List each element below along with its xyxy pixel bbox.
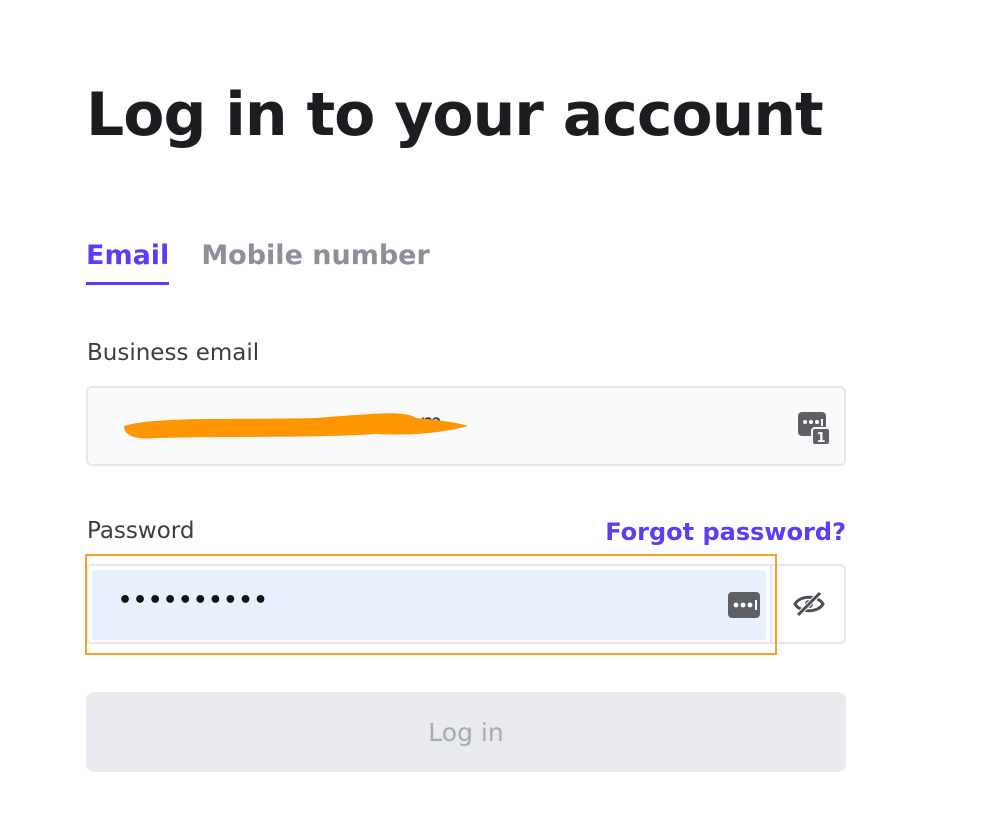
redaction-scribble [124, 413, 468, 439]
login-method-tabs: Email Mobile number [86, 240, 430, 285]
log-in-button[interactable]: Log in [86, 692, 846, 772]
password-value: •••••••••• [118, 588, 269, 613]
tab-mobile-number[interactable]: Mobile number [201, 240, 430, 285]
email-label: Business email [87, 340, 260, 366]
password-manager-count: 1 [816, 431, 825, 446]
password-label: Password [87, 518, 195, 544]
toggle-password-visibility-button[interactable] [770, 566, 846, 642]
password-manager-icon[interactable]: 1 [798, 410, 832, 446]
email-field[interactable]: m 1 [86, 386, 846, 466]
eye-slash-icon [793, 591, 825, 617]
page-title: Log in to your account [86, 80, 824, 150]
password-manager-icon[interactable] [728, 592, 762, 618]
forgot-password-link[interactable]: Forgot password? [605, 518, 846, 546]
password-field[interactable]: •••••••••• [86, 564, 846, 644]
tab-email[interactable]: Email [86, 240, 170, 285]
